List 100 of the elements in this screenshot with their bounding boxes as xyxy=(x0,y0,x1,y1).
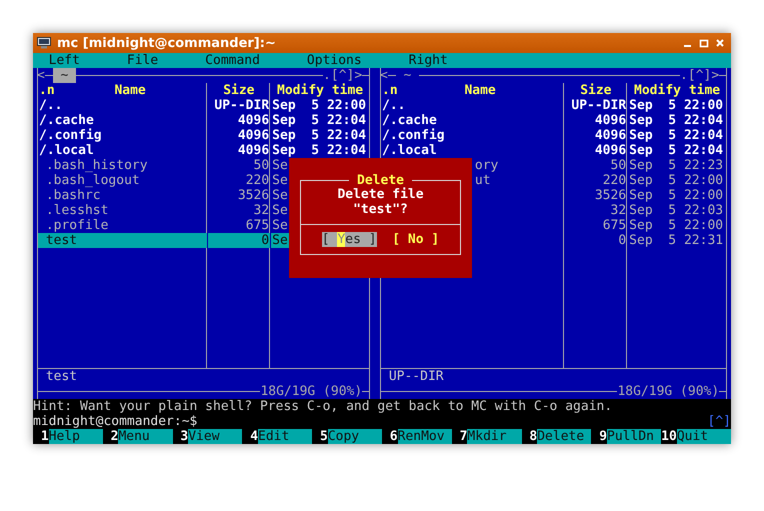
file-name: .bash_history xyxy=(46,158,148,173)
file-name: /.. xyxy=(382,98,406,113)
file-size: 675 xyxy=(602,218,626,233)
key-number: 6 xyxy=(388,429,398,444)
function-key[interactable]: PullDn xyxy=(607,429,662,444)
function-key[interactable]: Edit xyxy=(258,429,312,444)
file-date: Sep 5 22:31 xyxy=(629,233,724,248)
file-date: Sep 5 22:04 xyxy=(272,113,366,128)
key-number: 5 xyxy=(319,429,328,444)
function-key[interactable]: View xyxy=(188,429,242,444)
file-size: 220 xyxy=(602,173,626,188)
disk-usage: 18G/19G (90%) xyxy=(260,384,362,399)
function-key[interactable]: Quit xyxy=(676,429,731,444)
file-date: Sep 5 22:04 xyxy=(629,143,724,158)
file-size: 3526 xyxy=(594,188,626,203)
file-name: ut xyxy=(474,173,491,188)
dialog-button[interactable]: [ No ] xyxy=(392,232,440,247)
file-date: Sep 5 22:23 xyxy=(629,158,724,173)
file-date: Sep 5 22:03 xyxy=(629,203,724,218)
file-size: 3526 xyxy=(238,188,270,203)
file-size: 0 xyxy=(261,233,270,248)
nav-arrow[interactable]: < xyxy=(380,68,388,83)
file-row[interactable]: /.. UP--DIR Sep 5 22:00 xyxy=(381,98,726,113)
key-number: 1 xyxy=(40,429,49,444)
file-size: 4096 xyxy=(594,143,626,158)
file-name: .lesshst xyxy=(46,203,108,218)
file-name: .bashrc xyxy=(46,188,101,203)
history-button[interactable]: .[^]> xyxy=(323,68,362,83)
menu-item[interactable]: Options xyxy=(306,53,362,68)
menu-item[interactable]: Left xyxy=(48,53,80,68)
file-name: ory xyxy=(474,158,498,173)
file-date: Sep 5 22:00 xyxy=(272,98,366,113)
column-header: Modify time xyxy=(277,83,364,98)
mini-status: UP--DIR xyxy=(388,369,444,384)
file-size: 50 xyxy=(610,158,626,173)
key-number: 7 xyxy=(458,429,468,444)
file-size: UP--DIR xyxy=(571,98,626,113)
file-date: Se xyxy=(272,158,288,173)
file-row[interactable]: /.local 4096 Sep 5 22:04 xyxy=(38,143,369,158)
function-key[interactable]: Copy xyxy=(328,429,382,444)
file-size: 4096 xyxy=(238,128,270,143)
file-size: 32 xyxy=(610,203,626,218)
function-key[interactable]: Mkdir xyxy=(467,429,522,444)
file-row[interactable]: /.config 4096 Sep 5 22:04 xyxy=(381,128,726,143)
key-number: 8 xyxy=(528,429,538,444)
file-size: 675 xyxy=(246,218,270,233)
panel-path[interactable]: ~ xyxy=(396,68,420,83)
disk-usage: 18G/19G (90%) xyxy=(617,384,720,399)
dialog-message: "test"? xyxy=(352,202,409,217)
file-name: /.local xyxy=(382,143,437,158)
file-name: /.cache xyxy=(382,113,437,128)
nav-arrow[interactable]: < xyxy=(37,68,45,83)
file-date: Sep 5 22:00 xyxy=(629,218,724,233)
key-number: 9 xyxy=(598,429,608,444)
close-icon[interactable] xyxy=(715,38,725,48)
mini-status: test xyxy=(46,369,78,384)
file-row[interactable]: /.local 4096 Sep 5 22:04 xyxy=(381,143,726,158)
hint-text: Hint: Want your plain shell? Press C-o, and get back to MC with C-o again. xyxy=(33,399,614,414)
file-size: 50 xyxy=(254,158,270,173)
file-date: Sep 5 22:04 xyxy=(629,128,724,143)
file-size: UP--DIR xyxy=(214,98,270,113)
file-name: /.config xyxy=(39,128,102,143)
file-date: Se xyxy=(272,173,288,188)
file-date: Sep 5 22:04 xyxy=(272,128,366,143)
file-name: /.config xyxy=(382,128,445,143)
key-number: 3 xyxy=(179,429,188,444)
function-key[interactable]: Delete xyxy=(537,429,592,444)
file-date: Sep 5 22:00 xyxy=(629,173,724,188)
dialog-button[interactable]: [ Yes ] xyxy=(322,232,377,247)
file-size: 4096 xyxy=(238,113,270,128)
column-header: Modify time xyxy=(634,83,720,98)
column-header: Name xyxy=(463,83,497,98)
file-name: /.. xyxy=(39,98,62,113)
panel-path[interactable]: ~ xyxy=(52,68,76,83)
menu-item[interactable]: Right xyxy=(408,53,448,68)
function-key[interactable]: Help xyxy=(48,429,103,444)
column-header: Size xyxy=(223,83,255,98)
file-size: 220 xyxy=(246,173,270,188)
history-button[interactable]: .[^]> xyxy=(680,68,720,83)
file-name: /.local xyxy=(39,143,94,158)
file-date: Se xyxy=(272,218,288,233)
file-size: 0 xyxy=(618,233,626,248)
function-key[interactable]: RenMov xyxy=(398,429,452,444)
file-size: 32 xyxy=(254,203,270,218)
file-row[interactable]: /.cache 4096 Sep 5 22:04 xyxy=(38,113,369,128)
file-name: /.cache xyxy=(39,113,94,128)
window-title: mc [midnight@commander]:~ xyxy=(57,36,277,50)
file-size: 4096 xyxy=(238,143,270,158)
file-date: Se xyxy=(272,233,288,248)
scroll-marker[interactable]: [^] xyxy=(708,414,731,429)
function-key[interactable]: Menu xyxy=(118,429,173,444)
column-header: Size xyxy=(580,83,612,98)
menu-item[interactable]: File xyxy=(126,53,158,68)
maximize-icon[interactable] xyxy=(699,38,709,48)
file-name: test xyxy=(46,233,78,248)
file-row[interactable]: /.cache 4096 Sep 5 22:04 xyxy=(381,113,726,128)
file-row[interactable]: /.config 4096 Sep 5 22:04 xyxy=(38,128,369,143)
file-row[interactable]: /.. UP--DIR Sep 5 22:00 xyxy=(38,98,369,113)
column-header: .n xyxy=(39,83,55,98)
menu-item[interactable]: Command xyxy=(205,53,260,68)
